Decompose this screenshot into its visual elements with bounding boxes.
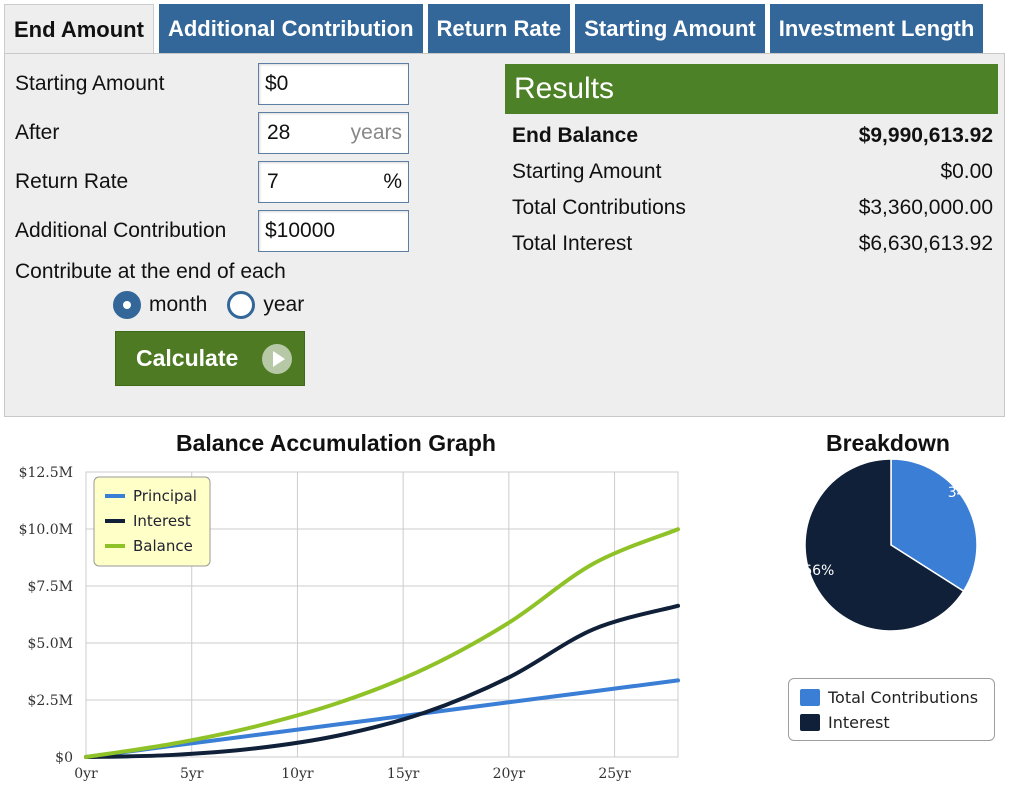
- pie-slice-label: 66%: [803, 563, 834, 579]
- period-radio-group: month year: [113, 291, 324, 319]
- breakdown-pie-chart: 34% 66%: [803, 458, 979, 632]
- starting-amount-label: Starting Amount: [15, 72, 165, 95]
- starting-amount-result-value: $0.00: [940, 160, 993, 183]
- total-contributions-label: Total Contributions: [512, 196, 686, 219]
- x-tick-label: 5yr: [180, 766, 204, 782]
- pie-slice-label: 34%: [948, 485, 979, 501]
- pie-legend-item: Total Contributions: [800, 685, 994, 710]
- total-contributions-row: Total Contributions $3,360,000.00: [512, 196, 993, 220]
- end-balance-value: $9,990,613.92: [858, 124, 993, 147]
- return-rate-field[interactable]: 7 %: [258, 161, 409, 203]
- starting-amount-value: $0: [265, 72, 289, 95]
- end-balance-label: End Balance: [512, 124, 639, 147]
- line-chart-legend: Principal Interest Balance: [93, 476, 211, 567]
- calculator-tabs: End Amount Additional Contribution Retur…: [4, 4, 984, 55]
- year-radio[interactable]: [227, 291, 256, 319]
- balance-graph-title: Balance Accumulation Graph: [176, 430, 496, 456]
- return-rate-value: 7: [267, 170, 279, 193]
- x-tick-label: 25yr: [598, 766, 631, 782]
- tab-return-rate[interactable]: Return Rate: [427, 4, 571, 54]
- contribution-label: Additional Contribution: [15, 219, 227, 242]
- x-tick-label: 20yr: [493, 766, 526, 782]
- total-contributions-value: $3,360,000.00: [858, 196, 993, 219]
- starting-amount-field[interactable]: $0: [258, 63, 409, 105]
- calculate-button[interactable]: Calculate: [115, 331, 305, 386]
- contributions-legend-label: Total Contributions: [828, 688, 979, 707]
- end-balance-row: End Balance $9,990,613.92: [512, 124, 993, 148]
- years-value: 28: [267, 121, 291, 144]
- contribution-value: $10000: [265, 219, 336, 242]
- pie-legend-item: Interest: [800, 710, 994, 735]
- starting-amount-result-row: Starting Amount $0.00: [512, 160, 993, 184]
- y-tick-label: $0: [55, 750, 73, 766]
- total-interest-value: $6,630,613.92: [858, 232, 993, 255]
- tab-starting-amount[interactable]: Starting Amount: [575, 4, 765, 54]
- x-tick-label: 10yr: [281, 766, 314, 782]
- legend-label-interest: Interest: [133, 512, 191, 530]
- interest-legend-label: Interest: [828, 713, 890, 732]
- after-label: After: [15, 121, 60, 144]
- balance-accumulation-chart: $0 $2.5M $5.0M $7.5M $10.0M $12.5M 0yr 5yr 10yr…: [19, 465, 680, 782]
- y-tick-label: $10.0M: [19, 522, 73, 538]
- legend-label-principal: Principal: [133, 487, 197, 505]
- legend-label-balance: Balance: [133, 537, 193, 555]
- contribute-period-label: Contribute at the end of each: [15, 260, 286, 283]
- y-tick-label: $12.5M: [19, 465, 73, 481]
- percent-unit: %: [383, 170, 402, 193]
- x-tick-label: 15yr: [387, 766, 420, 782]
- tab-end-amount[interactable]: End Amount: [4, 4, 154, 55]
- pie-legend: Total Contributions Interest: [788, 678, 995, 741]
- y-tick-label: $5.0M: [27, 636, 73, 652]
- year-radio-label[interactable]: year: [263, 293, 304, 317]
- month-radio[interactable]: [113, 291, 141, 319]
- y-tick-label: $7.5M: [27, 579, 73, 595]
- years-unit: years: [350, 121, 402, 144]
- total-interest-label: Total Interest: [512, 232, 633, 255]
- play-arrow-icon: [262, 344, 292, 374]
- calculator-panel: Starting Amount $0 After 28 years Return…: [4, 53, 1005, 417]
- contribution-field[interactable]: $10000: [258, 210, 409, 252]
- total-interest-row: Total Interest $6,630,613.92: [512, 232, 993, 256]
- y-tick-label: $2.5M: [27, 693, 73, 709]
- contributions-swatch: [800, 689, 820, 706]
- calculate-label: Calculate: [136, 345, 239, 371]
- tab-investment-length[interactable]: Investment Length: [769, 4, 984, 54]
- interest-swatch: [800, 714, 820, 731]
- starting-amount-result-label: Starting Amount: [512, 160, 662, 183]
- results-header: Results: [505, 64, 998, 114]
- return-rate-label: Return Rate: [15, 170, 129, 193]
- tab-additional-contribution[interactable]: Additional Contribution: [158, 4, 423, 54]
- x-tick-label: 0yr: [74, 766, 98, 782]
- month-radio-label[interactable]: month: [149, 293, 207, 317]
- years-field[interactable]: 28 years: [258, 112, 409, 154]
